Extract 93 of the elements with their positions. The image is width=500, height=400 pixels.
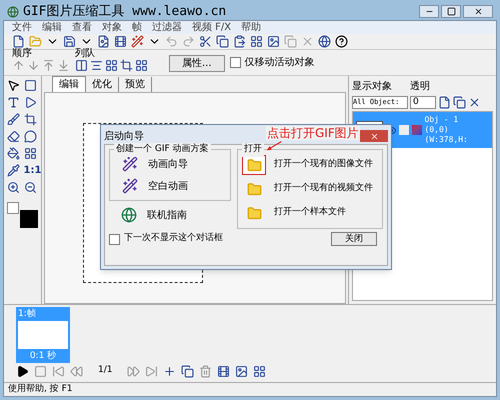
checkbox[interactable] [230,57,241,68]
open-option[interactable]: 打开一个现有的视频文件 [274,182,373,196]
window-title: GIF图片压缩工具 www.leawo.cn [23,2,226,21]
help-icon[interactable] [335,35,348,48]
dialog-title: 启动向导 [104,130,144,144]
wizard-option[interactable]: 空白动画 [148,178,188,194]
film-icon[interactable] [114,35,127,48]
maximize-icon [446,7,456,16]
menu-item[interactable]: 过滤器 [152,20,182,35]
transparency-label: 透明 [410,80,430,94]
online-guide-link[interactable]: 联机指南 [147,208,187,222]
close-icon [370,132,378,140]
cut-icon[interactable] [199,35,212,48]
image-icon[interactable] [267,35,280,48]
close-button[interactable] [463,5,493,18]
app-icon [7,6,19,18]
open-option[interactable]: 打开一个现有的图像文件 [274,158,373,172]
folder-icon[interactable] [242,155,266,175]
image-icon[interactable] [235,364,248,378]
properties-button[interactable]: 属性... [169,55,225,72]
close-dialog-button[interactable]: 关闭 [331,232,377,246]
zoom-out-icon[interactable] [24,181,36,194]
crop-icon[interactable] [24,113,36,126]
lock-toggle[interactable] [399,125,409,135]
menu-item[interactable]: 帮助 [241,20,262,35]
copy-icon[interactable] [216,35,229,48]
wand-icon [122,178,138,194]
annotation-text: 点击打开GIF图片 [266,126,360,140]
background-color-swatch[interactable] [7,202,19,214]
maximize-button[interactable] [441,5,461,18]
add-frame-icon[interactable] [163,364,176,378]
queue-label: 列队 [75,48,96,59]
center-icon[interactable] [90,59,103,72]
eraser-icon[interactable] [7,130,20,143]
duplicate-frame-icon[interactable] [181,364,194,378]
pipette-icon[interactable] [7,164,20,177]
checkbox[interactable] [109,234,120,244]
new-file-icon[interactable] [12,35,25,48]
align-icon[interactable] [75,59,88,72]
wand-icon [122,156,138,172]
text-tool-icon[interactable] [7,96,20,109]
import-icon[interactable] [97,35,110,48]
menu-item[interactable]: 编辑 [42,20,62,35]
status-text: 使用帮助, 按 F1 [8,382,72,396]
group-title: 打开 [242,143,264,156]
dialog-close-button[interactable] [360,130,388,142]
object-name: Obj - 1 [424,115,460,125]
select-icon[interactable] [24,79,36,92]
delete-object-icon[interactable] [468,96,481,109]
menu-item[interactable]: 帧 [132,20,142,35]
frame-counter: 1/1 [97,364,114,378]
speech-bubble-icon[interactable] [24,130,36,143]
fill-icon[interactable] [7,147,20,160]
wand-icon[interactable] [131,35,144,48]
checkbox-label: 仅移动活动对象 [244,56,315,70]
grid-icon[interactable] [253,364,266,378]
grid-icon[interactable] [250,35,263,48]
menu-item[interactable]: 文件 [12,20,32,35]
save-icon[interactable] [63,35,76,48]
frame-delay: 0:1 秒 [28,351,58,361]
tile-icon[interactable] [135,59,148,72]
menu-item[interactable]: 查看 [72,20,92,35]
brush-icon[interactable] [7,113,20,126]
show-objects-label: 显示对象 [352,80,392,94]
globe-icon [121,207,137,223]
zoom-in-icon[interactable] [7,181,20,194]
transparency-field[interactable]: 0 [410,96,436,109]
browser-icon[interactable] [318,35,331,48]
color-icon [412,125,422,135]
object-info: (0,0)(W:378,H: [424,125,469,145]
wizard-option[interactable]: 动画向导 [148,156,188,172]
foreground-color-swatch[interactable] [20,210,38,228]
checkbox-label: 下一次不显示这个对话框 [124,232,223,246]
annotation-arrow [266,140,282,152]
grid-icon[interactable] [24,147,36,160]
order-label: 顺序 [12,48,33,59]
new-object-icon[interactable] [438,96,451,109]
menu-item[interactable]: 对象 [102,20,122,35]
minimize-button[interactable] [419,5,439,18]
close-icon [474,7,482,16]
frame-preview [18,321,68,349]
paste-icon[interactable] [233,35,246,48]
frame-label: 1:帧 [18,309,37,319]
copy-object-icon[interactable] [453,96,466,109]
play-icon[interactable] [16,364,29,378]
crop-icon[interactable] [120,59,133,72]
pointer-icon[interactable] [7,79,20,92]
open-option[interactable]: 打开一个样本文件 [274,206,346,220]
film-icon[interactable] [217,364,230,378]
tab[interactable]: 编辑 [52,76,86,92]
play-icon[interactable] [24,96,36,109]
distribute-icon[interactable] [105,59,118,72]
menu-item[interactable]: 视频 F/X [192,20,232,35]
